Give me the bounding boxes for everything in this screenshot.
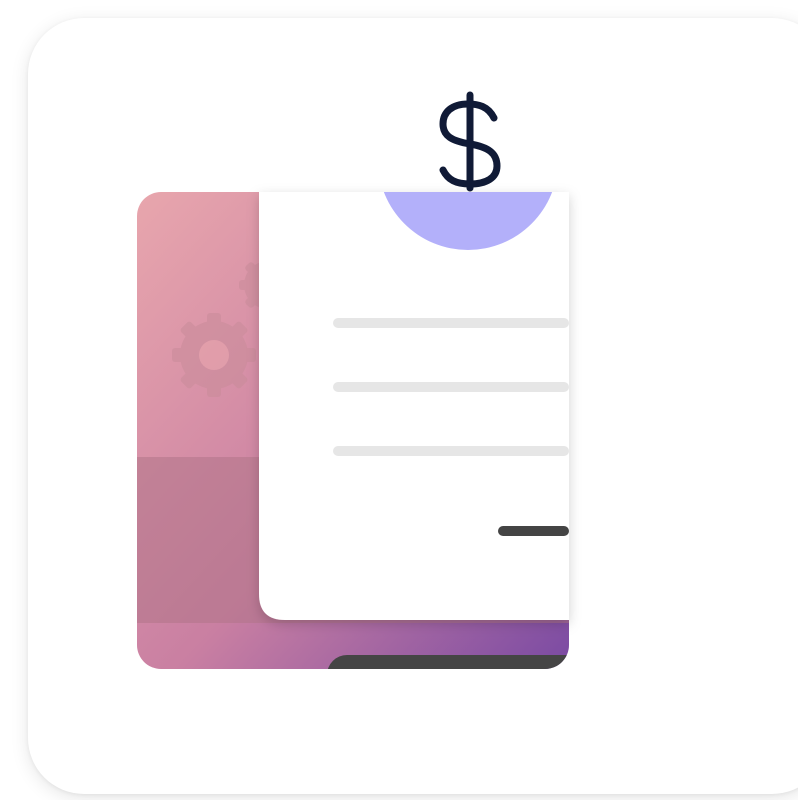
text-line xyxy=(333,446,569,456)
text-line xyxy=(333,382,569,392)
card-footer-bar xyxy=(327,655,569,669)
gear-tooth xyxy=(244,348,256,362)
dollar-sign-icon xyxy=(439,91,501,192)
text-line xyxy=(333,318,569,328)
gear-tooth xyxy=(239,280,248,290)
gear-tooth xyxy=(172,348,184,362)
invoice-graphic xyxy=(137,91,569,669)
total-bar xyxy=(498,526,569,536)
invoice-illustration xyxy=(0,0,798,800)
invoice-document xyxy=(259,192,569,620)
gear-tooth xyxy=(207,313,221,325)
gear-tooth xyxy=(207,385,221,397)
